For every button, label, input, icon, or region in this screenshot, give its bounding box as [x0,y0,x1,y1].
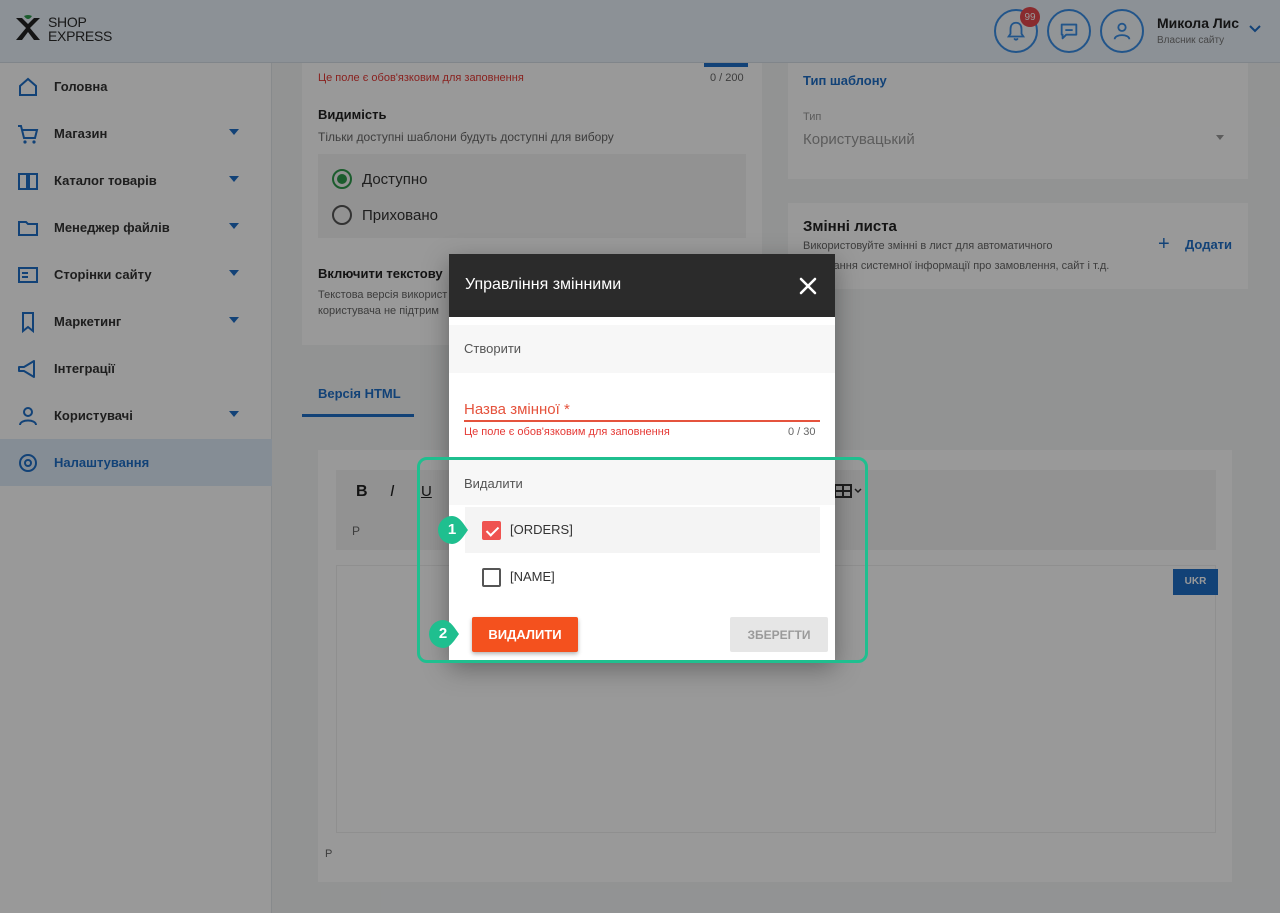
annotation-highlight [417,457,868,663]
variable-name-error: Це поле є обов'язковим для заповнення [464,426,670,438]
step-badge-2: 2 [428,619,460,649]
variable-name-label: Назва змінної * [464,401,570,418]
variable-name-counter: 0 / 30 [788,426,816,438]
close-icon[interactable] [797,275,819,297]
modal-title: Управління змінними [465,276,622,293]
modal-header: Управління змінними [449,254,835,317]
variable-name-input[interactable] [464,420,820,422]
create-section-header: Створити [449,325,835,373]
step-badge-1: 1 [437,515,469,545]
create-section-label: Створити [464,341,522,356]
